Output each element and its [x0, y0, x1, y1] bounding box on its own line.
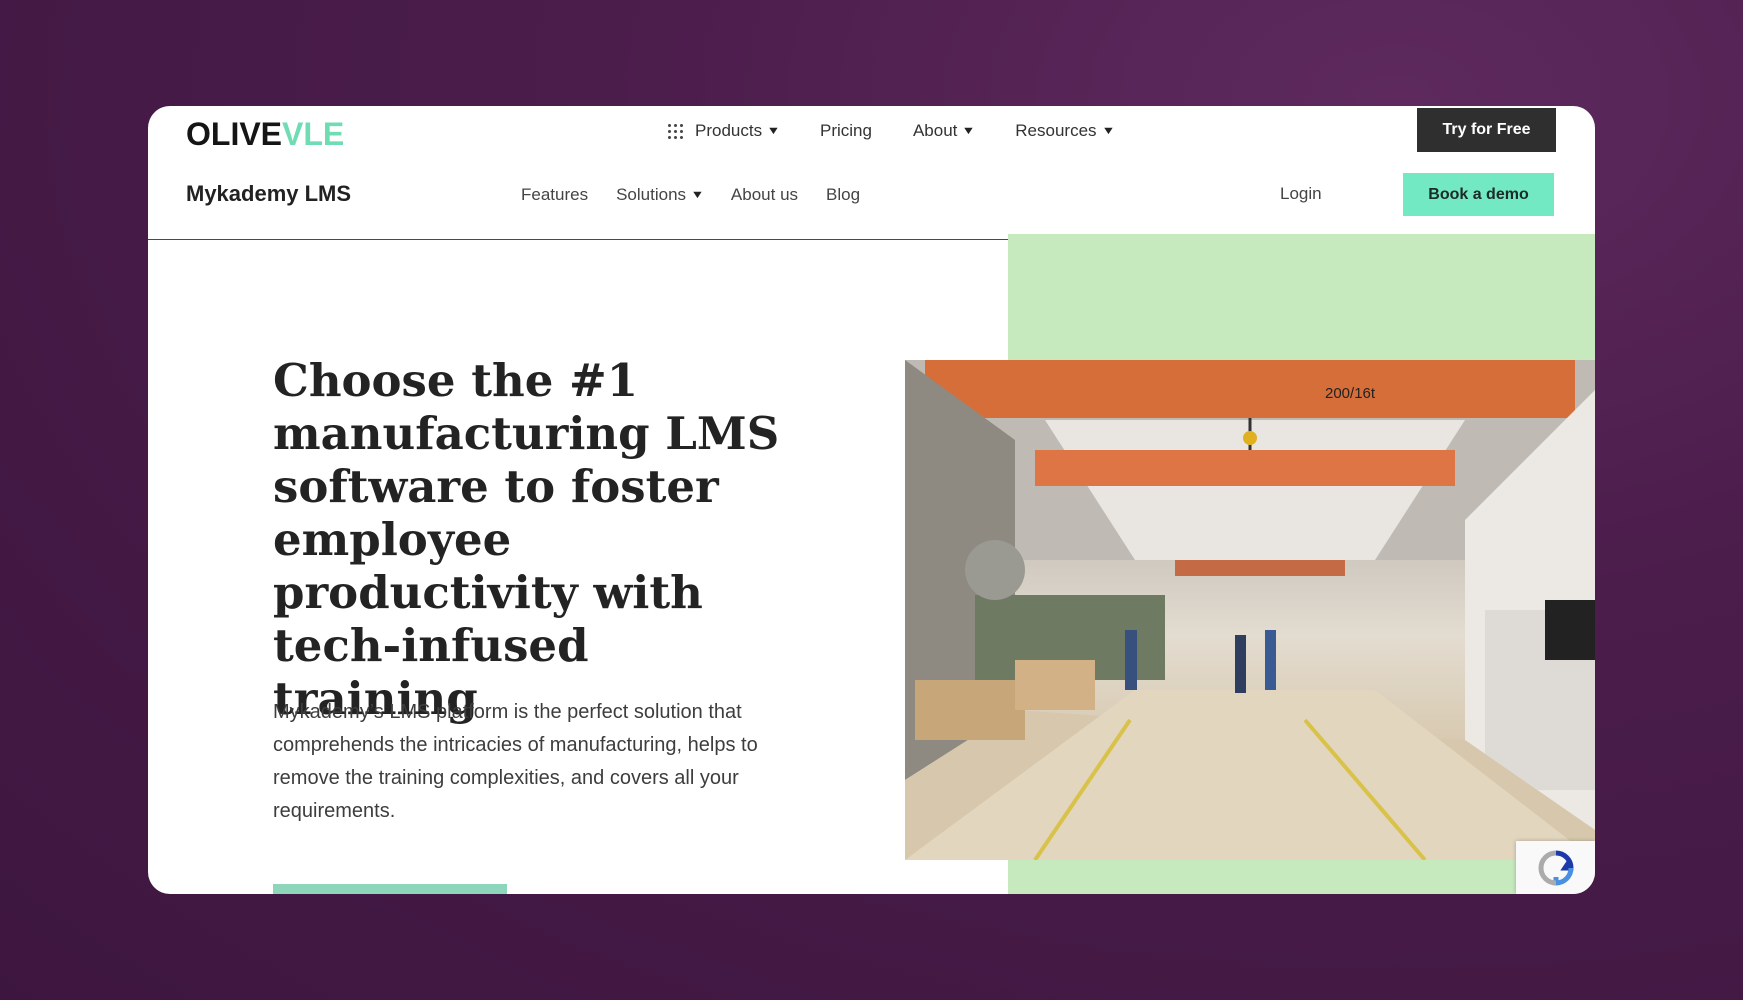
nav-pricing[interactable]: Pricing: [820, 121, 872, 141]
subnav-solutions[interactable]: Solutions ▼: [616, 185, 705, 205]
headline-part-1: Choose the: [273, 354, 569, 407]
subnav-features[interactable]: Features: [521, 185, 588, 205]
login-link[interactable]: Login: [1280, 184, 1322, 204]
recaptcha-icon: [1537, 850, 1574, 886]
nav-pricing-label: Pricing: [819, 121, 872, 140]
browser-page: OLIVEVLE Products ▼ Pricing About ▼ Reso…: [148, 106, 1595, 894]
nav-resources[interactable]: Resources ▼: [1015, 121, 1116, 141]
subnav-solutions-label: Solutions: [616, 185, 687, 204]
crane-capacity-label: 200/16t: [1325, 385, 1376, 402]
book-demo-button[interactable]: Book a demo: [1403, 173, 1554, 216]
factory-hero-image: 200/16t: [905, 360, 1595, 860]
recaptcha-badge[interactable]: [1516, 841, 1595, 894]
nav-about-label: About: [912, 121, 958, 140]
top-menu: Products ▼ Pricing About ▼ Resources ▼: [668, 106, 1116, 156]
subnav-features-label: Features: [521, 185, 589, 204]
hero-description: Mykademy’s LMS platform is the perfect s…: [273, 701, 758, 822]
product-navigation: Mykademy LMS Features Solutions ▼ About …: [148, 162, 1595, 240]
subnav-blog[interactable]: Blog: [826, 185, 860, 205]
chevron-down-icon: ▼: [766, 125, 781, 137]
chevron-down-icon: ▼: [1100, 125, 1116, 137]
subnav-about-us[interactable]: About us: [731, 185, 798, 205]
nav-products-label: Products: [695, 121, 763, 140]
logo-text-vle: VLE: [282, 116, 345, 152]
logo-text-olive: OLIVE: [186, 116, 283, 152]
product-menu: Features Solutions ▼ About us Blog: [521, 162, 860, 228]
olivevle-logo[interactable]: OLIVEVLE: [186, 116, 344, 153]
chevron-down-icon: ▼: [961, 125, 976, 137]
nav-products[interactable]: Products ▼: [668, 121, 781, 141]
nav-about[interactable]: About ▼: [912, 121, 976, 141]
chevron-down-icon: ▼: [690, 189, 705, 201]
top-navigation: OLIVEVLE Products ▼ Pricing About ▼ Reso…: [148, 106, 1595, 162]
nav-resources-label: Resources: [1015, 121, 1097, 140]
grid-icon: [668, 123, 683, 139]
subnav-about-us-label: About us: [730, 185, 799, 204]
subnav-blog-label: Blog: [826, 185, 861, 204]
product-brand[interactable]: Mykademy LMS: [186, 181, 351, 207]
hero-cta-button-partial[interactable]: [273, 884, 507, 894]
hero-headline: Choose the #1 manufacturing LMS software…: [273, 354, 793, 725]
factory-illustration: 200/16t: [905, 360, 1595, 860]
try-for-free-button[interactable]: Try for Free: [1417, 108, 1556, 152]
